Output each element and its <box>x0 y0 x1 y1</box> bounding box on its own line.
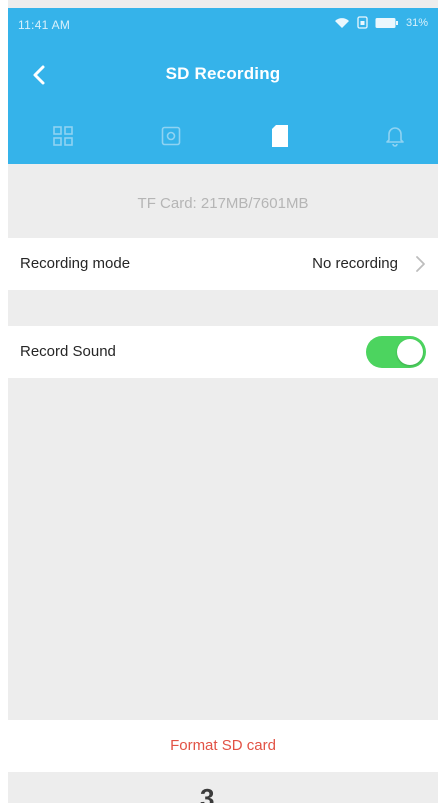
tab-sd-recording[interactable] <box>250 116 310 160</box>
record-sound-label: Record Sound <box>20 343 116 360</box>
tab-alarm[interactable] <box>365 116 425 160</box>
title-bar: SD Recording <box>8 54 438 98</box>
tf-card-storage: TF Card: 217MB/7601MB <box>137 195 309 212</box>
screen-edge <box>0 0 8 803</box>
battery-icon <box>375 17 399 29</box>
tab-bar <box>8 116 438 160</box>
record-sound-row: Record Sound <box>8 326 438 378</box>
status-time: 11:41 AM <box>18 18 71 32</box>
recording-mode-row[interactable]: Recording mode No recording <box>8 238 438 290</box>
status-bar: 11:41 AM 31% <box>8 8 438 48</box>
page-number: 3 <box>200 783 215 803</box>
record-sound-toggle[interactable] <box>366 336 426 368</box>
status-indicators: 31% <box>334 16 428 29</box>
toggle-knob <box>397 339 423 365</box>
recording-mode-value: No recording <box>312 255 398 272</box>
bell-icon <box>385 125 405 152</box>
tab-live-view[interactable] <box>33 116 93 160</box>
chevron-right-icon <box>414 255 426 278</box>
bottom-strip <box>8 772 438 803</box>
battery-percent: 31% <box>405 16 428 29</box>
recording-mode-label: Recording mode <box>20 255 131 272</box>
wifi-icon <box>334 17 350 29</box>
app-header: 11:41 AM 31% SD Recording <box>8 8 438 164</box>
image-icon <box>160 125 182 152</box>
sim-icon <box>357 16 368 29</box>
page-title: SD Recording <box>165 64 281 83</box>
sd-recording-screen: 11:41 AM 31% SD Recording TF Card: 217MB… <box>0 0 438 803</box>
format-sd-card-button[interactable]: Format SD card <box>8 720 438 772</box>
tab-image-settings[interactable] <box>141 116 201 160</box>
grid-icon <box>52 125 74 152</box>
sd-card-icon <box>270 124 290 153</box>
